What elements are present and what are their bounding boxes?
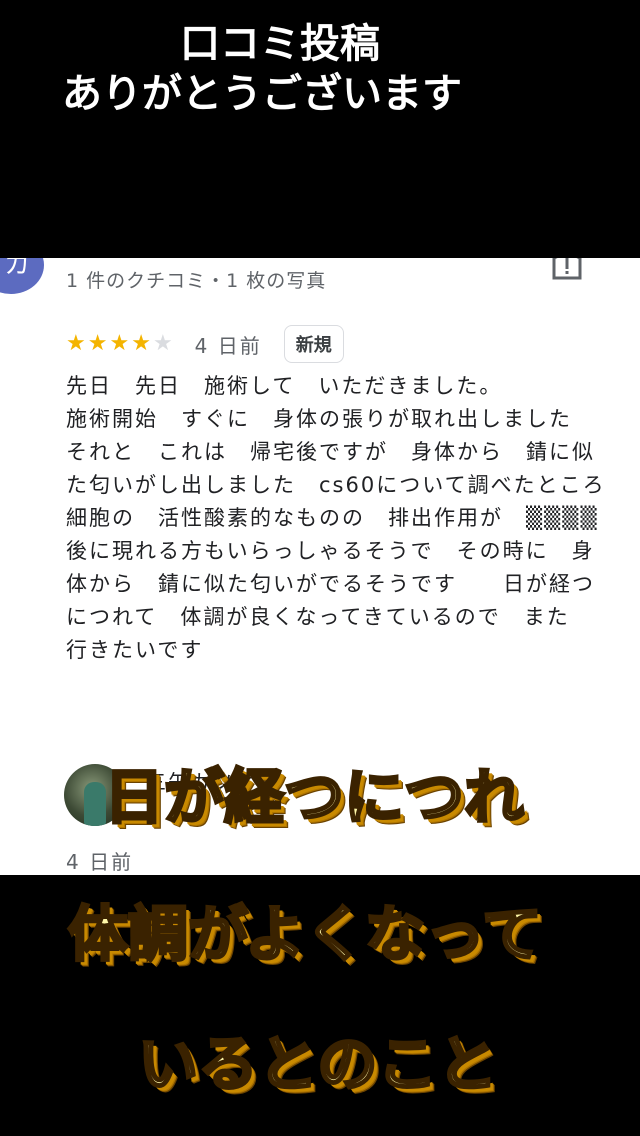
header-title: 口コミ投稿: [180, 21, 380, 67]
avatar-photo-figure: [84, 782, 106, 826]
review-date: 4 日前: [194, 333, 262, 358]
star-filled-icon: ★: [131, 331, 151, 356]
top-banner: 口コミ投稿 ありがとうございます: [0, 0, 640, 258]
review-text: 先日 先日 施術して いただきました。 施術開始 すぐに 身体の張りが取れ出しま…: [66, 374, 606, 662]
avatar[interactable]: カ: [0, 258, 44, 294]
review-meta[interactable]: 1 件のクチコミ・1 枚の写真: [66, 266, 326, 293]
star-rating: ★ ★ ★ ★ ★: [66, 333, 175, 355]
star-empty-icon: ★: [152, 331, 173, 356]
report-flag-icon[interactable]: [550, 258, 584, 282]
header-subtitle: ありがとうございます: [62, 71, 462, 117]
caption-line-1: 日が経つにつれ: [103, 762, 526, 835]
new-badge: 新規: [283, 325, 344, 363]
avatar-initial: カ: [3, 258, 30, 280]
star-filled-icon: ★: [109, 331, 130, 356]
next-review-date: 4 日前: [66, 850, 134, 874]
rating-row: ★ ★ ★ ★ ★ 4 日前 新規: [66, 324, 344, 364]
star-filled-icon: ★: [87, 331, 108, 356]
caption-line-3: いるとのこと: [136, 1029, 498, 1102]
caption-line-2: 体調がよくなって: [67, 899, 544, 972]
star-filled-icon: ★: [66, 331, 86, 356]
